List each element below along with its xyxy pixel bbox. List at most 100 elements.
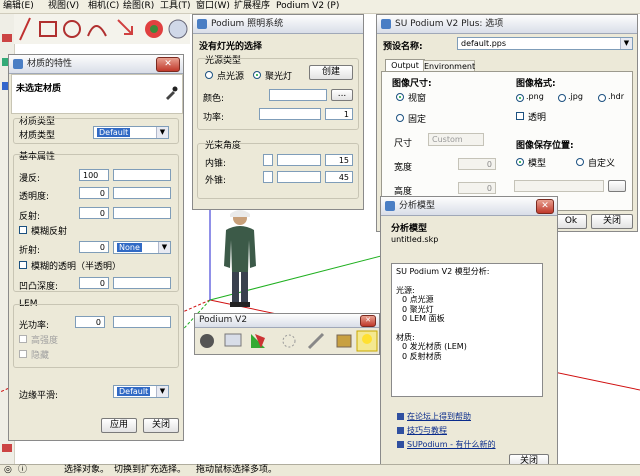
power-slider[interactable] bbox=[259, 108, 321, 120]
dimension-value: Custom bbox=[432, 135, 463, 144]
save-path-input[interactable] bbox=[514, 180, 604, 192]
tips-tutorials-link[interactable]: 技巧与教程 bbox=[407, 425, 447, 436]
inner-cone-input[interactable]: 15 bbox=[325, 154, 353, 166]
transparency-input[interactable]: 0 bbox=[79, 187, 109, 199]
material-titlebar: 材质的特性 ✕ bbox=[9, 55, 183, 74]
depth-slider[interactable] bbox=[113, 277, 171, 289]
dimension-select[interactable]: Custom bbox=[428, 133, 484, 146]
create-button[interactable]: 创建 bbox=[309, 65, 353, 80]
options-tab-panel: 图像尺寸: 视窗 固定 尺寸 Custom 宽度 0 高度 0 图像格式: .p… bbox=[381, 71, 633, 211]
refraction-label: 折射: bbox=[19, 246, 41, 256]
refraction-select[interactable]: None ▼ bbox=[113, 241, 171, 254]
lem-bright-label: 高强度 bbox=[31, 336, 59, 346]
blur-reflection-checkbox[interactable] bbox=[19, 226, 27, 234]
viewport-label: 视窗 bbox=[408, 94, 427, 104]
options-close-button[interactable]: 关闭 bbox=[591, 214, 633, 229]
material-close-button[interactable]: 关闭 bbox=[143, 418, 179, 433]
png-radio[interactable] bbox=[516, 94, 524, 102]
color-label: 颜色: bbox=[203, 94, 225, 104]
color-swatch[interactable] bbox=[269, 89, 327, 101]
material-header-area: 未选定材质 bbox=[11, 74, 183, 114]
custom-location-radio[interactable] bbox=[576, 158, 584, 166]
preset-select[interactable]: default.pps ▼ bbox=[457, 37, 633, 50]
diffuse-input[interactable]: 100 bbox=[79, 169, 109, 181]
refraction-input[interactable]: 0 bbox=[79, 241, 109, 253]
reflection-input[interactable]: 0 bbox=[79, 207, 109, 219]
model-location-radio[interactable] bbox=[516, 158, 524, 166]
whats-new-link[interactable]: SUPodium - 有什么新的 bbox=[407, 439, 496, 450]
close-icon[interactable]: ✕ bbox=[156, 57, 180, 72]
point-light-radio[interactable] bbox=[205, 71, 213, 79]
inner-cone-mark bbox=[263, 154, 273, 166]
save-location-label: 图像保存位置: bbox=[516, 141, 574, 151]
depth-input[interactable]: 0 bbox=[79, 277, 109, 289]
tools-icon bbox=[307, 332, 325, 350]
analysis-filename: untitled.skp bbox=[391, 235, 439, 244]
analysis-window-icon bbox=[385, 201, 395, 211]
inner-cone-slider[interactable] bbox=[277, 154, 321, 166]
analysis-title: 分析模型 bbox=[399, 201, 436, 211]
outer-cone-mark bbox=[263, 171, 273, 183]
status-text-select: 选择对象。 bbox=[64, 465, 110, 475]
power-label: 功率: bbox=[203, 113, 225, 123]
height-input[interactable]: 0 bbox=[458, 182, 496, 194]
browse-button[interactable] bbox=[608, 180, 626, 192]
report-line: 0 点光源 bbox=[402, 295, 434, 304]
report-line bbox=[396, 324, 538, 333]
viewport-radio[interactable] bbox=[396, 93, 404, 101]
inner-cone-label: 内锥: bbox=[205, 159, 227, 169]
diffuse-slider[interactable] bbox=[113, 169, 171, 181]
image-format-label: 图像格式: bbox=[516, 79, 556, 89]
lem-hide-checkbox[interactable] bbox=[19, 350, 27, 358]
blur-transparency-checkbox[interactable] bbox=[19, 261, 27, 269]
refraction-select-value: None bbox=[117, 243, 142, 252]
transparency-slider[interactable] bbox=[113, 187, 171, 199]
spot-light-label: 聚光灯 bbox=[265, 72, 293, 82]
report-line: 光源: bbox=[396, 285, 415, 295]
lem-bright-checkbox[interactable] bbox=[19, 335, 27, 343]
spot-light-radio[interactable] bbox=[253, 71, 261, 79]
ok-button[interactable]: Ok bbox=[555, 214, 587, 229]
forum-help-link[interactable]: 在论坛上得到帮助 bbox=[407, 411, 471, 422]
podium-toolbar-titlebar: Podium V2 ✕ bbox=[195, 314, 379, 328]
power-input[interactable]: 1 bbox=[325, 108, 353, 120]
close-icon[interactable]: ✕ bbox=[360, 315, 376, 327]
hdr-label: .hdr bbox=[608, 92, 624, 101]
lighting-titlebar: Podium 照明系统 bbox=[193, 15, 363, 34]
outer-cone-input[interactable]: 45 bbox=[325, 171, 353, 183]
blur-reflection-label: 模糊反射 bbox=[31, 227, 68, 237]
fixed-size-radio[interactable] bbox=[396, 114, 404, 122]
lights-icon bbox=[282, 334, 296, 348]
options-title: SU Podium V2 Plus: 选项 bbox=[395, 19, 504, 29]
point-light-label: 点光源 bbox=[217, 72, 245, 82]
close-icon[interactable]: ✕ bbox=[536, 199, 554, 214]
podium-toolbar-icons bbox=[200, 330, 378, 352]
material-type-select[interactable]: Default ▼ bbox=[93, 126, 169, 139]
diffuse-label: 漫反: bbox=[19, 174, 41, 184]
options-window-icon bbox=[381, 19, 391, 29]
status-bar: ◎ ⓘ 选择对象。 切换到扩充选择。 拖动鼠标选择多项。 bbox=[0, 464, 640, 476]
image-size-label: 图像尺寸: bbox=[392, 79, 432, 89]
chevron-down-icon: ▼ bbox=[158, 242, 170, 253]
width-input[interactable]: 0 bbox=[458, 158, 496, 170]
lem-power-slider[interactable] bbox=[113, 316, 171, 328]
apply-button[interactable]: 应用 bbox=[101, 418, 137, 433]
person-figure bbox=[224, 210, 256, 307]
color-picker-button[interactable]: ... bbox=[331, 89, 353, 101]
smooth-select[interactable]: Default ▼ bbox=[113, 385, 169, 398]
reflection-slider[interactable] bbox=[113, 207, 171, 219]
jpg-radio[interactable] bbox=[558, 94, 566, 102]
preset-label: 预设名称: bbox=[383, 42, 423, 52]
hdr-radio[interactable] bbox=[598, 94, 606, 102]
lem-power-input[interactable]: 0 bbox=[75, 316, 105, 328]
eyedropper-icon[interactable] bbox=[164, 86, 178, 100]
outer-cone-slider[interactable] bbox=[277, 171, 321, 183]
link-icon bbox=[397, 441, 404, 448]
model-location-label: 模型 bbox=[528, 159, 547, 169]
jpg-label: .jpg bbox=[568, 92, 583, 101]
transparent-checkbox[interactable] bbox=[516, 112, 524, 120]
render-icon bbox=[200, 334, 214, 348]
lighting-window: Podium 照明系统 没有灯光的选择 光源类型 点光源 聚光灯 创建 颜色: … bbox=[192, 14, 364, 210]
lighting-window-icon bbox=[197, 19, 207, 29]
link-icon bbox=[397, 413, 404, 420]
